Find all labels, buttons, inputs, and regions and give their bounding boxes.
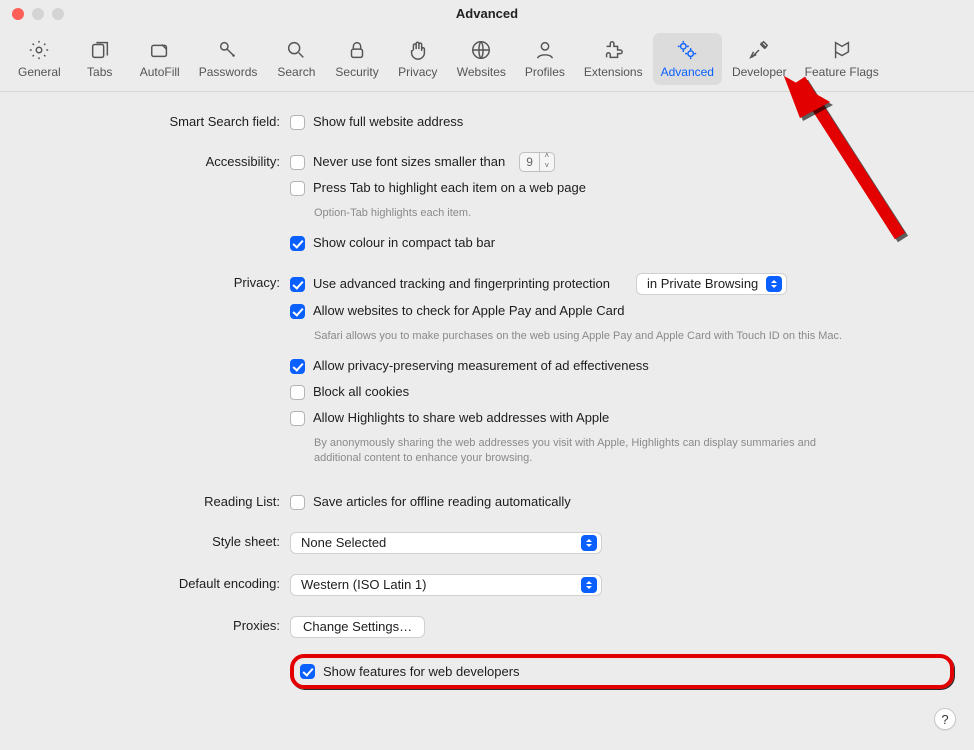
- checkbox-save-offline[interactable]: [290, 495, 305, 510]
- globe-icon: [470, 37, 492, 63]
- checkbox-label: Save articles for offline reading automa…: [313, 492, 571, 512]
- updown-arrows-icon: [581, 577, 597, 593]
- button-label: Change Settings…: [303, 617, 412, 637]
- checkbox-label: Block all cookies: [313, 382, 409, 402]
- gear-icon: [28, 37, 50, 63]
- key-icon: [217, 37, 239, 63]
- checkbox-label: Never use font sizes smaller than: [313, 152, 505, 172]
- section-privacy: Privacy:: [20, 273, 280, 472]
- tab-label: General: [18, 65, 61, 79]
- section-reading-list: Reading List:: [20, 492, 280, 512]
- tab-label: Privacy: [398, 65, 437, 79]
- tab-tabs[interactable]: Tabs: [71, 33, 129, 85]
- section-accessibility: Accessibility:: [20, 152, 280, 253]
- checkbox-label: Allow Highlights to share web addresses …: [313, 408, 609, 428]
- help-label: ?: [941, 712, 948, 727]
- flag-icon: [831, 37, 853, 63]
- checkbox-label: Show full website address: [313, 112, 463, 132]
- chevron-down-icon: ˅: [540, 162, 554, 172]
- tab-websites[interactable]: Websites: [449, 33, 514, 85]
- tab-label: Passwords: [199, 65, 258, 79]
- hand-icon: [407, 37, 429, 63]
- checkbox-block-cookies[interactable]: [290, 385, 305, 400]
- window-title: Advanced: [0, 6, 974, 21]
- tab-label: Websites: [457, 65, 506, 79]
- titlebar: Advanced: [0, 0, 974, 27]
- tab-profiles[interactable]: Profiles: [516, 33, 574, 85]
- lock-icon: [346, 37, 368, 63]
- pencil-icon: [149, 37, 171, 63]
- search-icon: [285, 37, 307, 63]
- tab-label: Profiles: [525, 65, 565, 79]
- tools-icon: [748, 37, 770, 63]
- gears-icon: [676, 37, 698, 63]
- checkbox-label: Show colour in compact tab bar: [313, 233, 495, 253]
- section-style-sheet: Style sheet:: [20, 532, 280, 554]
- puzzle-icon: [602, 37, 624, 63]
- checkbox-label: Show features for web developers: [323, 664, 520, 679]
- tracking-scope-select[interactable]: in Private Browsing: [636, 273, 787, 295]
- select-value: None Selected: [301, 533, 386, 553]
- tab-security[interactable]: Security: [327, 33, 386, 85]
- updown-arrows-icon: [581, 535, 597, 551]
- select-value: Western (ISO Latin 1): [301, 575, 426, 595]
- tab-autofill[interactable]: AutoFill: [131, 33, 189, 85]
- checkbox-min-font-size[interactable]: [290, 155, 305, 170]
- checkbox-web-developer-features[interactable]: [300, 664, 315, 679]
- tab-label: Security: [335, 65, 378, 79]
- annotation-highlight: Show features for web developers: [290, 654, 954, 689]
- tab-feature-flags[interactable]: Feature Flags: [797, 33, 887, 85]
- tab-label: Advanced: [661, 65, 714, 79]
- advanced-settings: Smart Search field: Show full website ad…: [0, 92, 974, 711]
- stepper-value: 9: [520, 152, 539, 172]
- tab-label: AutoFill: [140, 65, 180, 79]
- tab-general[interactable]: General: [10, 33, 69, 85]
- tab-developer[interactable]: Developer: [724, 33, 795, 85]
- tab-label: Developer: [732, 65, 787, 79]
- change-proxy-settings-button[interactable]: Change Settings…: [290, 616, 425, 638]
- hint-option-tab: Option-Tab highlights each item.: [314, 206, 854, 221]
- checkbox-label: Press Tab to highlight each item on a we…: [313, 178, 586, 198]
- min-font-size-stepper[interactable]: 9 ˄˅: [519, 152, 555, 172]
- default-encoding-select[interactable]: Western (ISO Latin 1): [290, 574, 602, 596]
- person-icon: [534, 37, 556, 63]
- checkbox-label: Allow websites to check for Apple Pay an…: [313, 301, 624, 321]
- preferences-toolbar: General Tabs AutoFill Passwords Search S…: [0, 27, 974, 92]
- style-sheet-select[interactable]: None Selected: [290, 532, 602, 554]
- help-button[interactable]: ?: [934, 708, 956, 730]
- tab-search[interactable]: Search: [267, 33, 325, 85]
- checkbox-apple-pay[interactable]: [290, 304, 305, 319]
- tab-privacy[interactable]: Privacy: [389, 33, 447, 85]
- tabs-icon: [89, 37, 111, 63]
- tab-label: Tabs: [87, 65, 112, 79]
- section-proxies: Proxies:: [20, 616, 280, 638]
- checkbox-compact-tab-colour[interactable]: [290, 236, 305, 251]
- hint-apple-pay: Safari allows you to make purchases on t…: [314, 329, 854, 344]
- tab-label: Search: [277, 65, 315, 79]
- section-default-encoding: Default encoding:: [20, 574, 280, 596]
- checkbox-tracking-protection[interactable]: [290, 277, 305, 292]
- checkbox-highlights-share[interactable]: [290, 411, 305, 426]
- hint-highlights: By anonymously sharing the web addresses…: [314, 436, 854, 466]
- section-smart-search: Smart Search field:: [20, 112, 280, 132]
- tab-advanced[interactable]: Advanced: [653, 33, 722, 85]
- checkbox-show-full-address[interactable]: [290, 115, 305, 130]
- tab-label: Extensions: [584, 65, 643, 79]
- checkbox-ad-measurement[interactable]: [290, 359, 305, 374]
- tab-label: Feature Flags: [805, 65, 879, 79]
- tab-passwords[interactable]: Passwords: [191, 33, 266, 85]
- checkbox-label: Use advanced tracking and fingerprinting…: [313, 274, 610, 294]
- updown-arrows-icon: [766, 276, 782, 292]
- checkbox-label: Allow privacy-preserving measurement of …: [313, 356, 649, 376]
- select-value: in Private Browsing: [647, 274, 758, 294]
- tab-extensions[interactable]: Extensions: [576, 33, 651, 85]
- checkbox-press-tab[interactable]: [290, 181, 305, 196]
